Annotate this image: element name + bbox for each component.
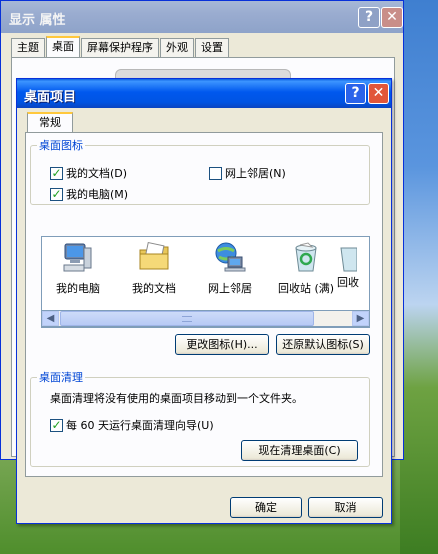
desktop-items-dialog: 桌面项目 ? ✕ 常规 桌面图标 ✓ 我的文档 (D) ✓ 我的电脑 (M) 网上邻…	[16, 78, 392, 524]
list-item-label: 网上邻居	[208, 282, 252, 295]
list-item-my-documents[interactable]: 我的文档	[118, 240, 190, 296]
check-icon[interactable]: ✓	[50, 166, 63, 180]
horizontal-scrollbar[interactable]: ◀ ▶	[41, 310, 370, 327]
help-button[interactable]: ?	[345, 83, 366, 104]
cleanup-wizard-label: 每 60 天运行桌面清理向导	[66, 419, 197, 432]
close-button[interactable]: ✕	[368, 83, 389, 104]
list-item-label: 回收站 (满)	[277, 282, 335, 295]
desktop-icons-group-label: 桌面图标	[39, 139, 83, 152]
list-item-label: 我的文档	[132, 282, 176, 295]
my-computer-icon	[61, 240, 95, 274]
list-item-recycle-bin-full[interactable]: 回收站 (满)	[270, 240, 342, 296]
cleanup-wizard-hotkey: (U)	[197, 418, 214, 432]
tab-desktop[interactable]: 桌面	[46, 36, 80, 57]
restore-default-button[interactable]: 还原默认图标(S)	[276, 334, 370, 355]
close-button[interactable]: ✕	[381, 7, 403, 28]
list-item-label: 我的电脑	[56, 282, 100, 295]
change-icon-button[interactable]: 更改图标(H)...	[175, 334, 269, 355]
desktop-wallpaper-edge	[400, 0, 438, 554]
check-icon[interactable]: ✓	[50, 418, 63, 432]
network-places-label: 网上邻居	[225, 167, 269, 180]
my-documents-hotkey: (D)	[110, 166, 128, 180]
clean-now-button[interactable]: 现在清理桌面(C)	[241, 440, 358, 461]
display-properties-titlebar[interactable]: 显示 属性 ? ✕	[1, 1, 403, 33]
scrollbar-thumb[interactable]	[60, 311, 314, 326]
tab-general[interactable]: 常规	[27, 112, 73, 134]
list-item-network-places[interactable]: 网上邻居	[194, 240, 266, 296]
cleanup-wizard-checkbox[interactable]: ✓ 每 60 天运行桌面清理向导 (U)	[50, 417, 214, 433]
network-places-checkbox[interactable]: 网上邻居 (N)	[209, 165, 286, 181]
help-button[interactable]: ?	[358, 7, 380, 28]
my-computer-checkbox[interactable]: ✓ 我的电脑 (M)	[50, 186, 128, 202]
network-places-icon	[213, 240, 247, 274]
tab-settings[interactable]: 设置	[195, 38, 229, 57]
check-icon[interactable]: ✓	[50, 187, 63, 201]
network-places-hotkey: (N)	[269, 166, 286, 180]
tab-strip: 主题 桌面 屏幕保护程序 外观 设置	[11, 36, 230, 58]
my-documents-icon	[137, 240, 171, 274]
my-computer-label: 我的电脑	[66, 188, 110, 201]
list-item-recycle-bin-empty[interactable]: 回收	[337, 240, 369, 290]
tab-themes[interactable]: 主题	[11, 38, 45, 57]
cleanup-description: 桌面清理将没有使用的桌面项目移动到一个文件夹。	[50, 392, 303, 405]
dialog-titlebar[interactable]: 桌面项目 ? ✕	[17, 79, 391, 108]
scroll-right-icon[interactable]: ▶	[352, 311, 369, 326]
desktop-cleanup-group-label: 桌面清理	[39, 371, 83, 384]
my-documents-label: 我的文档	[66, 167, 110, 180]
dialog-title: 桌面项目	[24, 90, 77, 105]
list-item-my-computer[interactable]: 我的电脑	[42, 240, 114, 296]
grip-icon	[182, 316, 192, 322]
empty-checkbox-icon[interactable]	[209, 166, 222, 180]
tab-appearance[interactable]: 外观	[160, 38, 194, 57]
scroll-left-icon[interactable]: ◀	[42, 311, 59, 326]
cancel-button[interactable]: 取消	[308, 497, 383, 518]
list-item-label: 回收	[337, 276, 359, 289]
my-computer-hotkey: (M)	[110, 187, 129, 201]
window-title: 显示 属性	[9, 13, 66, 28]
recycle-bin-full-icon	[289, 240, 323, 274]
tab-screensaver[interactable]: 屏幕保护程序	[81, 38, 159, 57]
recycle-bin-empty-icon	[337, 240, 358, 274]
my-documents-checkbox[interactable]: ✓ 我的文档 (D)	[50, 165, 127, 181]
ok-button[interactable]: 确定	[230, 497, 302, 518]
